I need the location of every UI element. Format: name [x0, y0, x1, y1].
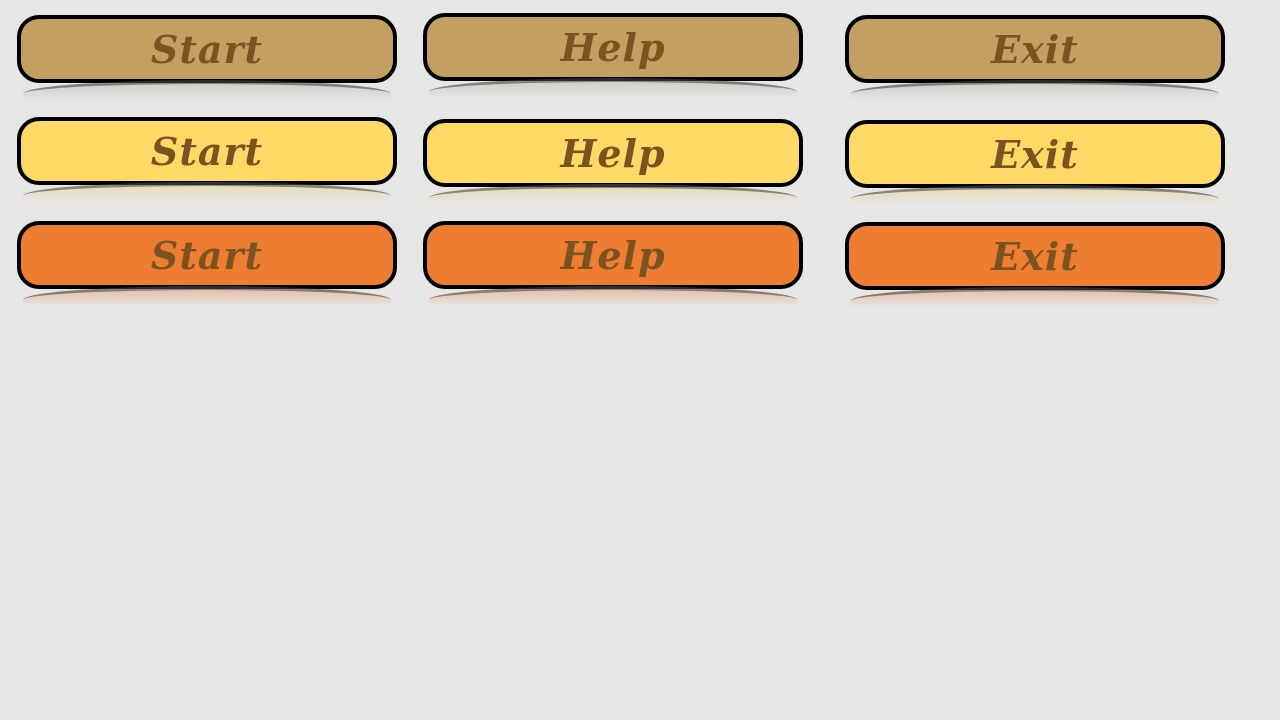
start-button-yellow[interactable]: Start: [17, 117, 397, 202]
help-button-label: Help: [560, 25, 666, 70]
start-button-tan[interactable]: Start: [17, 15, 397, 100]
start-button-label: Start: [150, 27, 264, 72]
exit-button-label: Exit: [991, 132, 1079, 177]
exit-button-label: Exit: [991, 234, 1079, 279]
exit-button-yellow[interactable]: Exit: [845, 120, 1225, 205]
button-sheet: Start Help Exit Start Help Exit Start He…: [0, 0, 1280, 720]
start-button-label: Start: [150, 129, 264, 174]
help-button-tan[interactable]: Help: [423, 13, 803, 98]
start-button-orange[interactable]: Start: [17, 221, 397, 306]
exit-button-tan[interactable]: Exit: [845, 15, 1225, 100]
start-button-label: Start: [150, 233, 264, 278]
help-button-orange[interactable]: Help: [423, 221, 803, 306]
exit-button-orange[interactable]: Exit: [845, 222, 1225, 307]
help-button-yellow[interactable]: Help: [423, 119, 803, 204]
exit-button-label: Exit: [991, 27, 1079, 72]
help-button-label: Help: [560, 233, 666, 278]
help-button-label: Help: [560, 131, 666, 176]
